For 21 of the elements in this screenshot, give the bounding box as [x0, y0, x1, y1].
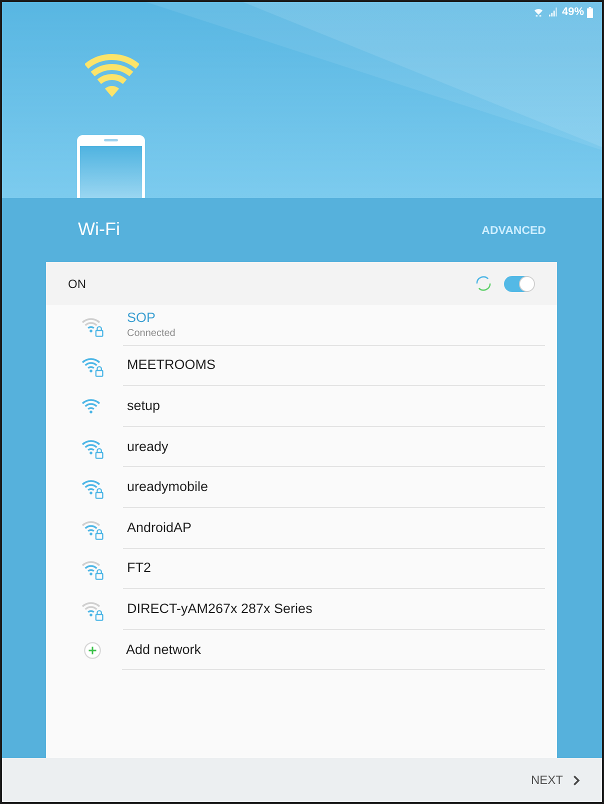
network-name[interactable]: DIRECT-yAM267x 287x Series	[127, 600, 312, 617]
network-name[interactable]: FT2	[127, 560, 152, 576]
next-button[interactable]: NEXT	[530, 773, 580, 787]
network-name[interactable]: setup	[127, 398, 160, 414]
add-network-item[interactable]: Add network	[126, 642, 202, 658]
switch-label: ON	[68, 276, 86, 290]
phone-drawing	[77, 135, 145, 198]
wifi-toggle[interactable]	[504, 276, 534, 292]
connection-status: Connected	[127, 326, 176, 340]
cell-signal-icon	[548, 7, 557, 17]
network-name[interactable]: uready	[127, 438, 168, 455]
page-title: Wi-Fi	[78, 218, 120, 240]
battery-icon	[587, 6, 593, 18]
battery-percentage: 49%	[562, 6, 584, 18]
chevron-right-icon	[573, 774, 580, 786]
wifi-status-icon	[534, 7, 543, 17]
wifi-icon	[85, 53, 139, 99]
network-name[interactable]: ureadymobile	[127, 479, 208, 496]
network-name[interactable]: AndroidAP	[127, 520, 192, 536]
add-icon	[84, 642, 101, 659]
network-name[interactable]: MEETROOMS	[127, 357, 216, 374]
